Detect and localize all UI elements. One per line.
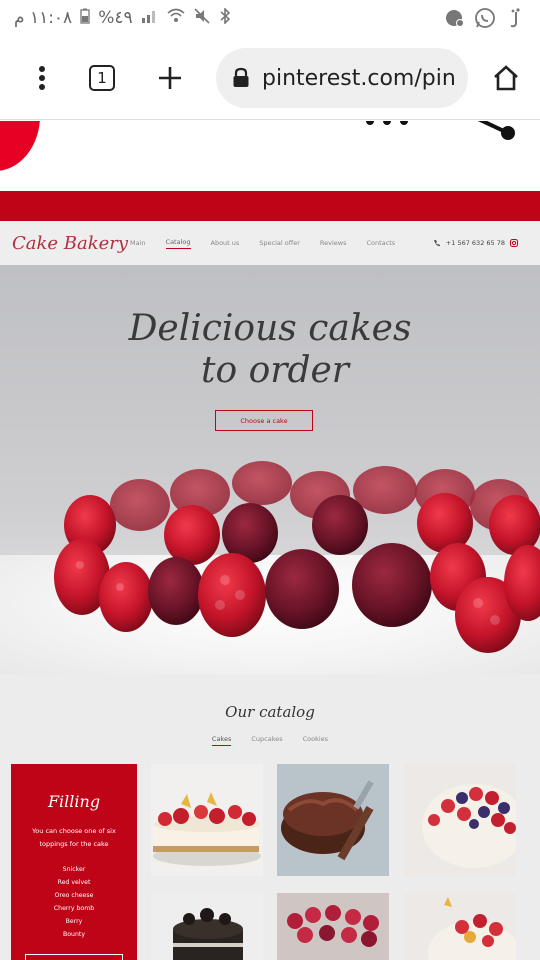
cake-card-strawberry-cheesecake [151, 764, 263, 876]
cake-card-berry [404, 764, 516, 876]
share-icon[interactable] [468, 121, 518, 143]
notification-icon [444, 7, 466, 29]
cake-card-raspberry [277, 893, 389, 960]
filling-item: Snicker [62, 866, 86, 873]
catalog-section: Our catalog Cakes Cupcakes Cookies Filli… [0, 675, 540, 960]
tab-count: 1 [89, 65, 115, 91]
cheesecake-image [151, 764, 263, 876]
phone-icon [433, 240, 440, 247]
tab-cupcakes: Cupcakes [251, 735, 283, 743]
pinterest-logo[interactable] [0, 121, 40, 171]
strawberry-cake-image [404, 893, 516, 960]
phone-screen: ١١:٠٨ م %٤٩ 1 pinterest.com/pin Cake Bak… [0, 0, 540, 960]
whatsapp-icon [474, 7, 496, 29]
site-navigation: Cake Bakery Main Catalog About us Specia… [0, 221, 540, 265]
nav-special-offer: Special offer [259, 239, 300, 247]
filling-item: Red velvet [57, 879, 91, 886]
hero-title-line2: to order [200, 350, 350, 391]
address-bar[interactable]: pinterest.com/pin [216, 48, 468, 108]
home-button[interactable] [474, 46, 538, 110]
battery-percent: %٤٩ [98, 8, 133, 28]
clock: ١١:٠٨ م [14, 8, 73, 28]
nav-reviews: Reviews [319, 239, 347, 247]
choose-cake-button: Choose a cake [215, 410, 313, 431]
signal-icon [141, 8, 159, 29]
site-phone: +1 567 632 65 78 [433, 239, 518, 247]
nav-main: Main [130, 239, 146, 247]
raspberries-image [54, 461, 540, 653]
chocolate-cake-image [277, 764, 389, 876]
phone-number: +1 567 632 65 78 [445, 239, 505, 247]
cake-card-strawberry [404, 893, 516, 960]
status-right [444, 7, 526, 29]
hero-title-line1: Delicious cakes [128, 308, 412, 349]
mute-icon [193, 7, 211, 29]
catalog-tabs: Cakes Cupcakes Cookies [0, 735, 540, 746]
app-icon [504, 7, 526, 29]
status-bar: ١١:٠٨ م %٤٩ [0, 0, 540, 36]
pin-header [0, 121, 540, 191]
menu-button[interactable] [10, 46, 74, 110]
tab-cakes: Cakes [211, 735, 232, 746]
filling-item: Oreo cheese [54, 892, 94, 899]
tab-switcher-button[interactable]: 1 [70, 46, 134, 110]
berry-cake-image [404, 764, 516, 876]
more-vertical-icon [39, 66, 45, 90]
catalog-title: Our catalog [225, 703, 315, 721]
filling-item: Berry [65, 918, 83, 925]
hero-section: Delicious cakes to order Choose a cake [0, 265, 540, 675]
instagram-icon [510, 239, 518, 247]
raspberry-cake-image [277, 893, 389, 960]
tab-cookies: Cookies [302, 735, 329, 743]
lock-icon [233, 67, 249, 87]
oreo-cake-image [151, 893, 263, 960]
site-logo: Cake Bakery [12, 232, 129, 254]
filling-panel: Filling You can choose one of six toppin… [11, 764, 137, 960]
red-top-band [0, 191, 540, 221]
filling-button [25, 954, 123, 960]
nav-about: About us [210, 239, 240, 247]
url-text: pinterest.com/pin [262, 65, 456, 91]
filling-list: Snicker Red velvet Oreo cheese Cherry bo… [11, 863, 137, 941]
battery-icon [80, 8, 90, 29]
filling-item: Cherry bomb [53, 905, 95, 912]
cake-card-chocolate [277, 764, 389, 876]
cake-card-oreo [151, 893, 263, 960]
browser-toolbar: 1 pinterest.com/pin [0, 36, 540, 120]
filling-item: Bounty [63, 931, 85, 938]
plus-icon [159, 67, 181, 89]
home-icon [494, 65, 518, 91]
nav-contacts: Contacts [366, 239, 396, 247]
filling-title: Filling [47, 792, 101, 811]
new-tab-button[interactable] [138, 46, 202, 110]
wifi-icon [167, 8, 185, 29]
bluetooth-icon [219, 6, 231, 29]
more-horizontal-icon[interactable] [364, 121, 410, 129]
pin-image[interactable]: Cake Bakery Main Catalog About us Specia… [0, 191, 540, 960]
status-left: ١١:٠٨ م %٤٩ [14, 6, 231, 29]
filling-description: You can choose one of six toppings for t… [32, 827, 116, 848]
nav-catalog: Catalog [165, 238, 191, 249]
